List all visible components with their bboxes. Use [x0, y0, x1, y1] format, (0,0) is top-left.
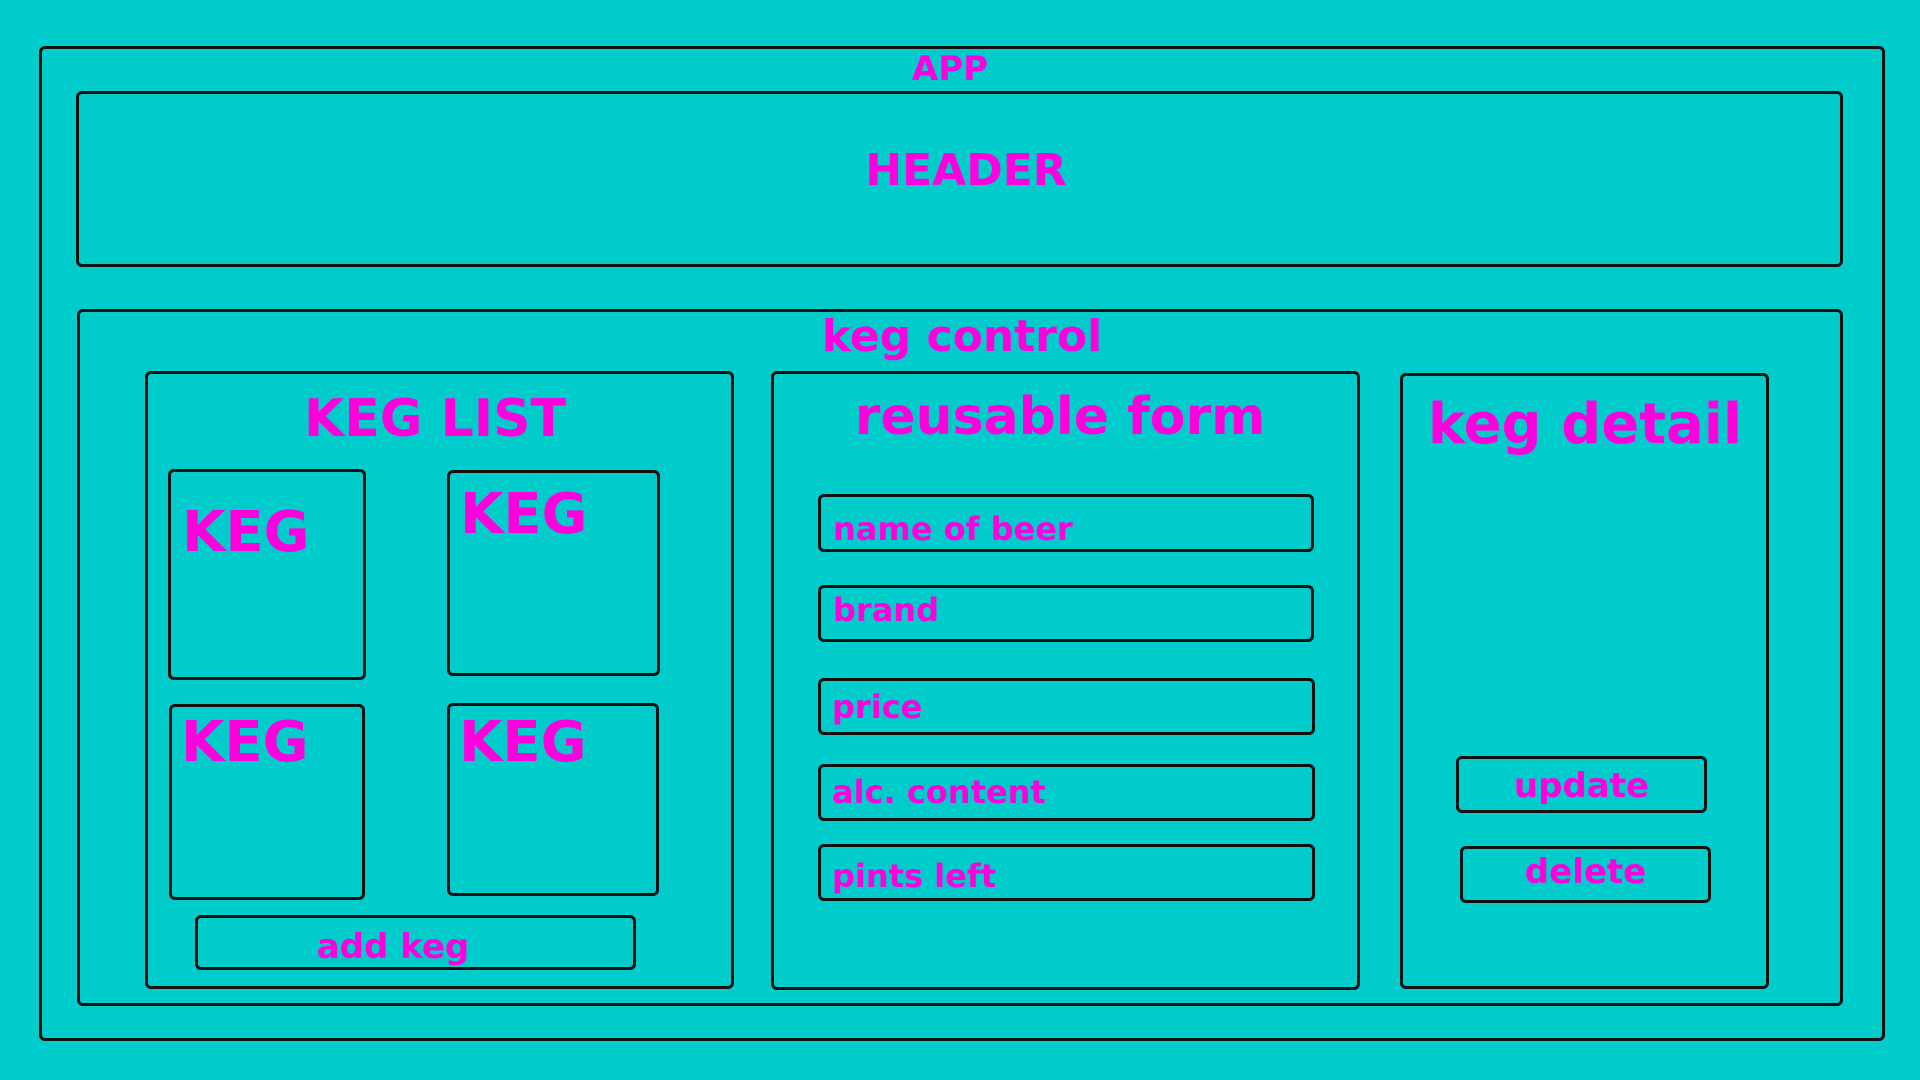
brand-field[interactable]: brand	[818, 585, 1314, 642]
keg-item-label: KEG	[182, 500, 310, 565]
alc-content-field[interactable]: alc. content	[818, 764, 1315, 821]
keg-item-label: KEG	[459, 710, 587, 775]
field-label: pints left	[832, 857, 997, 895]
keg-item[interactable]: KEG	[447, 703, 659, 896]
update-label: update	[1513, 766, 1650, 806]
keg-item[interactable]: KEG	[168, 469, 366, 680]
delete-label: delete	[1524, 852, 1647, 892]
header-title: HEADER	[865, 145, 1067, 196]
price-field[interactable]: price	[818, 678, 1315, 735]
name-of-beer-field[interactable]: name of beer	[818, 494, 1314, 552]
keg-item-label: KEG	[181, 710, 309, 775]
keg-item-label: KEG	[460, 482, 588, 547]
add-keg-label: add keg	[316, 927, 470, 967]
keg-detail-title: keg detail	[1427, 392, 1743, 457]
pints-left-field[interactable]: pints left	[818, 844, 1315, 901]
field-label: alc. content	[832, 773, 1046, 811]
keg-list-title: KEG LIST	[303, 389, 566, 449]
keg-item[interactable]: KEG	[447, 470, 660, 676]
add-keg-button[interactable]: add keg	[195, 915, 636, 970]
reusable-form-title: reusable form	[854, 387, 1266, 447]
keg-control-title: keg control	[821, 311, 1103, 362]
app-title: APP	[911, 49, 989, 89]
field-label: brand	[833, 591, 939, 629]
delete-button[interactable]: delete	[1460, 846, 1711, 903]
keg-item[interactable]: KEG	[169, 704, 365, 900]
update-button[interactable]: update	[1456, 756, 1707, 813]
field-label: price	[832, 688, 923, 726]
field-label: name of beer	[833, 510, 1073, 548]
